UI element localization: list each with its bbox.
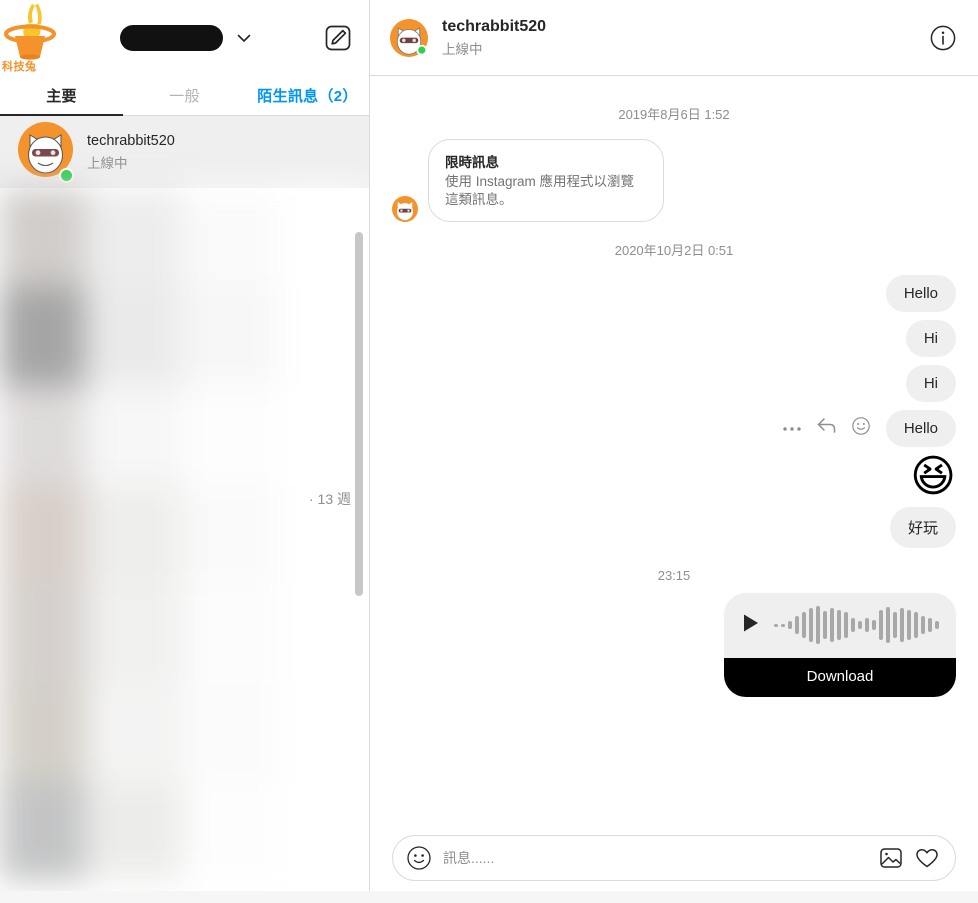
- tab-general[interactable]: 一般: [123, 76, 246, 115]
- waveform-bar: [893, 612, 897, 639]
- instagram-direct-messages-window: 科技兔 主要 一般 陌生訊息（2） techrabbit520 上線中 · 13…: [0, 0, 978, 903]
- list-item[interactable]: [0, 188, 369, 287]
- waveform-bar: [802, 612, 806, 639]
- waveform-bar: [872, 620, 876, 631]
- waveform-bar: [886, 607, 890, 644]
- cat-sunglasses-avatar-icon[interactable]: [392, 195, 418, 222]
- tab-primary[interactable]: 主要: [0, 76, 123, 116]
- waveform-bar: [788, 621, 792, 630]
- outgoing-message-row: Hello: [392, 274, 956, 312]
- waveform-bar: [865, 618, 869, 633]
- blurred-conversation-rows[interactable]: [0, 188, 369, 881]
- more-dots-icon[interactable]: [783, 419, 801, 437]
- waveform-bar: [844, 612, 848, 639]
- incoming-message-row: 限時訊息 使用 Instagram 應用程式以瀏覽這類訊息。: [392, 139, 956, 222]
- username-redaction-bar[interactable]: [120, 25, 223, 51]
- outgoing-message-row: 好玩: [392, 506, 956, 548]
- list-item[interactable]: [0, 782, 369, 881]
- avatar: [18, 122, 74, 183]
- waveform-bar: [900, 608, 904, 643]
- waveform-bar: [914, 612, 918, 639]
- outgoing-message-bubble[interactable]: 好玩: [889, 506, 956, 548]
- waveform-bar: [816, 606, 820, 645]
- list-item[interactable]: [0, 386, 369, 485]
- conversation-list[interactable]: techrabbit520 上線中 · 13 週: [0, 116, 369, 903]
- message-body: 使用 Instagram 應用程式以瀏覽這類訊息。: [445, 174, 635, 207]
- waveform-bar: [795, 616, 799, 635]
- list-item[interactable]: [0, 287, 369, 386]
- message-title: 限時訊息: [445, 155, 499, 170]
- list-item[interactable]: [0, 584, 369, 683]
- audio-message-card[interactable]: Download: [724, 592, 956, 697]
- message-hover-actions: [783, 416, 870, 440]
- emoji-react-icon[interactable]: [852, 416, 870, 440]
- chat-header: techrabbit520 上線中: [370, 0, 978, 76]
- waveform-bar: [928, 618, 932, 633]
- waveform-bar: [823, 611, 827, 640]
- page-title: techrabbit520: [442, 17, 547, 35]
- date-separator: 2019年8月6日 1:52: [618, 107, 730, 122]
- waveform-bar: [774, 623, 778, 627]
- waveform-bar: [809, 608, 813, 643]
- chat-status: 上線中: [442, 41, 483, 57]
- outgoing-message-row: Hi: [392, 364, 956, 402]
- online-status-dot: [59, 168, 74, 183]
- heart-icon[interactable]: [915, 846, 939, 870]
- message-composer[interactable]: [392, 835, 956, 881]
- waveform-bar: [781, 623, 785, 627]
- outgoing-emoji-row: 😆: [392, 454, 956, 499]
- conversation-name: techrabbit520: [87, 132, 175, 149]
- conversation-text: techrabbit520 上線中: [87, 133, 175, 172]
- waveform-bar: [935, 621, 939, 630]
- chevron-down-icon[interactable]: [235, 29, 253, 47]
- waveform-bar: [837, 610, 841, 641]
- conversation-timestamp: · 13 週: [308, 491, 351, 507]
- outgoing-message-bubble[interactable]: Hi: [905, 319, 956, 357]
- left-toolbar: [0, 0, 369, 76]
- outgoing-message-row-hovered: Hello: [392, 409, 956, 447]
- date-separator: 2020年10月2日 0:51: [614, 242, 734, 258]
- outgoing-message-bubble[interactable]: Hi: [905, 364, 956, 402]
- waveform-bar: [879, 610, 883, 641]
- info-circle-icon[interactable]: [930, 25, 956, 51]
- outgoing-message-bubble[interactable]: Hello: [885, 274, 956, 312]
- audio-message-row: Download: [392, 592, 956, 697]
- waveform-bar: [830, 608, 834, 643]
- reply-arrow-icon[interactable]: [817, 417, 836, 439]
- waveform-bar: [851, 618, 855, 633]
- inbox-tabs: 主要 一般 陌生訊息（2）: [0, 76, 369, 116]
- outgoing-emoji-message[interactable]: 😆: [910, 454, 956, 499]
- emoji-smiley-icon[interactable]: [407, 846, 431, 870]
- list-item[interactable]: [0, 683, 369, 782]
- incoming-message-bubble[interactable]: 限時訊息 使用 Instagram 應用程式以瀏覽這類訊息。: [428, 139, 664, 222]
- audio-player: [724, 593, 956, 658]
- chat-header-text: techrabbit520 上線中: [442, 18, 546, 58]
- conversation-status: 上線中: [87, 155, 128, 171]
- time-separator: 23:15: [657, 567, 691, 583]
- conversation-list-scrollbar[interactable]: [355, 232, 363, 596]
- outgoing-message-row: Hi: [392, 319, 956, 357]
- search-input message-input[interactable]: [443, 850, 867, 866]
- image-icon[interactable]: [879, 846, 903, 870]
- waveform-bar: [921, 616, 925, 635]
- window-bottom-strip: [0, 891, 978, 903]
- compose-message-icon[interactable]: [325, 25, 351, 51]
- waveform-bar: [858, 621, 862, 630]
- waveform-bar: [907, 610, 911, 641]
- download-button[interactable]: Download: [724, 657, 956, 697]
- conversation-item-techrabbit520[interactable]: techrabbit520 上線中: [0, 116, 369, 188]
- play-icon[interactable]: [742, 613, 760, 638]
- outgoing-message-bubble[interactable]: Hello: [885, 409, 956, 447]
- conversations-panel: 科技兔 主要 一般 陌生訊息（2） techrabbit520 上線中 · 13…: [0, 0, 370, 903]
- audio-waveform: [774, 604, 939, 646]
- chat-panel: techrabbit520 上線中 2019年8月6日 1:52 限時訊息 使用…: [370, 0, 978, 903]
- tab-requests[interactable]: 陌生訊息（2）: [246, 76, 369, 115]
- cat-sunglasses-avatar-icon[interactable]: [390, 18, 428, 57]
- message-list[interactable]: 2019年8月6日 1:52 限時訊息 使用 Instagram 應用程式以瀏覽…: [370, 76, 978, 835]
